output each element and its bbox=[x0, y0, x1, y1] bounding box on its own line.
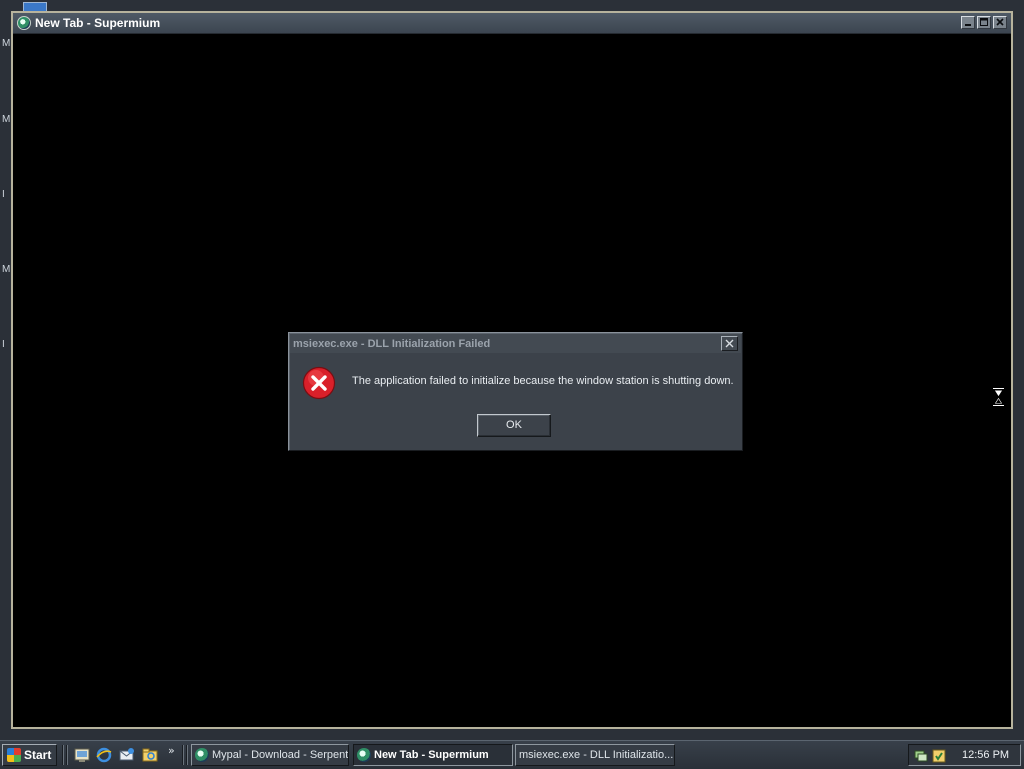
dialog-title: msiexec.exe - DLL Initialization Failed bbox=[293, 337, 491, 350]
window-title: New Tab - Supermium bbox=[35, 16, 161, 30]
maximize-button[interactable] bbox=[977, 16, 991, 29]
dialog-close-button[interactable] bbox=[721, 336, 738, 351]
browser-titlebar[interactable]: New Tab - Supermium bbox=[13, 13, 1011, 34]
error-icon bbox=[302, 366, 336, 400]
ok-button[interactable]: OK bbox=[477, 414, 551, 437]
taskbar-separator bbox=[62, 745, 64, 765]
show-desktop-icon[interactable] bbox=[74, 747, 90, 763]
start-button[interactable]: Start bbox=[2, 744, 57, 766]
system-tray: 12:56 PM bbox=[908, 744, 1021, 766]
network-icon[interactable] bbox=[913, 748, 929, 764]
internet-explorer-icon[interactable] bbox=[96, 747, 112, 763]
quick-launch-more-button[interactable]: » bbox=[168, 744, 175, 757]
security-shield-icon[interactable] bbox=[931, 748, 947, 764]
hourglass-cursor-icon bbox=[992, 387, 1005, 407]
task-label: New Tab - Supermium bbox=[374, 749, 489, 761]
window-controls bbox=[961, 16, 1007, 29]
taskbar-separator bbox=[186, 745, 188, 765]
explorer-icon[interactable] bbox=[142, 747, 158, 763]
task-button-msiexec[interactable]: msiexec.exe - DLL Initializatio... bbox=[515, 744, 675, 766]
clock[interactable]: 12:56 PM bbox=[962, 749, 1009, 761]
close-button[interactable] bbox=[993, 16, 1007, 29]
windows-logo-icon bbox=[7, 748, 21, 762]
mypal-icon bbox=[195, 748, 209, 762]
supermium-icon[interactable] bbox=[17, 16, 31, 30]
taskbar: Start » Mypal - Download - Serpent New T… bbox=[0, 740, 1024, 769]
task-label: Mypal - Download - Serpent bbox=[212, 749, 349, 761]
taskbar-separator bbox=[66, 745, 68, 765]
close-icon bbox=[725, 339, 734, 348]
minimize-button[interactable] bbox=[961, 16, 975, 29]
close-icon bbox=[996, 18, 1004, 26]
dialog-message: The application failed to initialize bec… bbox=[352, 375, 734, 387]
minimize-icon bbox=[965, 24, 971, 26]
dialog-titlebar[interactable]: msiexec.exe - DLL Initialization Failed bbox=[290, 334, 741, 353]
task-button-mypal[interactable]: Mypal - Download - Serpent bbox=[191, 744, 349, 766]
start-label: Start bbox=[24, 748, 52, 762]
task-label: msiexec.exe - DLL Initializatio... bbox=[519, 749, 674, 761]
supermium-icon bbox=[357, 748, 371, 762]
outlook-express-icon[interactable] bbox=[119, 747, 135, 763]
task-button-supermium[interactable]: New Tab - Supermium bbox=[353, 744, 513, 766]
taskbar-separator bbox=[182, 745, 184, 765]
error-dialog: msiexec.exe - DLL Initialization Failed … bbox=[288, 332, 743, 451]
maximize-icon bbox=[980, 18, 988, 26]
